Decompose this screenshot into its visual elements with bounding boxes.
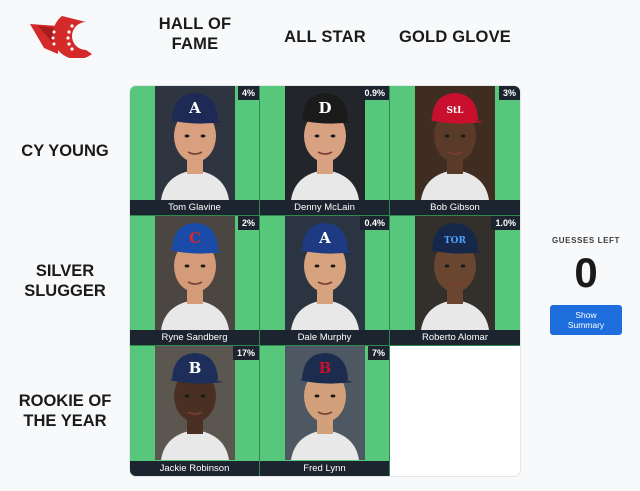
player-name: Bob Gibson	[390, 200, 520, 215]
row-header-line: ROOKIE OF	[18, 392, 112, 410]
rarity-percent-badge: 0.9%	[360, 86, 389, 100]
row-header-line: THE YEAR	[23, 412, 107, 430]
player-portrait-icon: D	[291, 93, 359, 200]
row-header-line: SLUGGER	[24, 282, 106, 300]
cap-logo: StL	[447, 106, 465, 116]
row-header-line: CY YOUNG	[21, 142, 109, 160]
grid-cell-filled[interactable]: B 7% Fred Lynn	[260, 346, 390, 476]
grid-cell-filled[interactable]: B 17% Jackie Robinson	[130, 346, 260, 476]
player-photo: A	[155, 86, 235, 200]
player-name: Dale Murphy	[260, 330, 389, 345]
grid-cell-filled[interactable]: D 0.9% Denny McLain	[260, 86, 390, 216]
column-header-gold-glove: GOLD GLOVE	[390, 27, 520, 47]
rarity-percent-badge: 7%	[367, 346, 389, 360]
rarity-percent-badge: 4%	[237, 86, 259, 100]
player-photo: B	[285, 346, 365, 460]
guesses-panel: GUESSES LEFT 0 Show Summary	[540, 236, 632, 335]
player-name: Fred Lynn	[260, 461, 389, 476]
player-photo: TOR	[415, 216, 495, 330]
player-portrait-icon: StL	[421, 93, 489, 200]
rarity-percent-badge: 2%	[237, 216, 259, 230]
guesses-left-count: 0	[574, 249, 598, 296]
cap-logo: D	[318, 99, 331, 117]
column-header-line: FAME	[171, 35, 219, 53]
grid-cell-filled[interactable]: A 0.4% Dale Murphy	[260, 216, 390, 346]
player-portrait-icon: TOR	[421, 223, 489, 330]
grid-cell-filled[interactable]: A 4% Tom Glavine	[130, 86, 260, 216]
player-photo: D	[285, 86, 365, 200]
player-name: Jackie Robinson	[130, 461, 259, 476]
player-portrait-icon: A	[161, 93, 229, 200]
rarity-percent-badge: 1.0%	[491, 216, 520, 230]
row-header-line: SILVER	[35, 262, 95, 280]
player-name: Ryne Sandberg	[130, 330, 259, 345]
cap-logo: TOR	[444, 236, 467, 246]
player-name: Tom Glavine	[130, 200, 259, 215]
column-header-hall-of-fame: HALL OF FAME	[130, 14, 260, 54]
baseball-logo[interactable]	[28, 14, 96, 60]
grid-cell-filled[interactable]: TOR 1.0% Roberto Alomar	[390, 216, 520, 346]
player-photo: A	[285, 216, 365, 330]
row-header-rookie-of-the-year: ROOKIE OF THE YEAR	[0, 346, 130, 476]
player-name: Roberto Alomar	[390, 330, 520, 345]
row-header-silver-slugger: SILVER SLUGGER	[0, 216, 130, 346]
column-header-all-star: ALL STAR	[260, 27, 390, 47]
player-photo: B	[155, 346, 235, 460]
immaculate-grid: A 4% Tom Glavine D 0.9% Denny McLain StL 3% Bob …	[130, 86, 520, 476]
player-portrait-icon: C	[161, 223, 229, 330]
cap-logo: A	[188, 99, 201, 117]
column-header-line: HALL OF	[158, 15, 232, 33]
rarity-percent-badge: 3%	[498, 86, 520, 100]
rarity-percent-badge: 0.4%	[360, 216, 389, 230]
show-summary-button[interactable]: Show Summary	[550, 305, 622, 335]
cap-logo: A	[318, 229, 331, 247]
baseball-logo-icon	[30, 16, 92, 60]
grid-cell-empty[interactable]	[390, 346, 520, 476]
player-portrait-icon: B	[291, 353, 359, 460]
grid-cell-filled[interactable]: C 2% Ryne Sandberg	[130, 216, 260, 346]
column-header-line: GOLD GLOVE	[398, 28, 511, 46]
row-header-cy-young: CY YOUNG	[0, 86, 130, 216]
rarity-percent-badge: 17%	[232, 346, 259, 360]
guesses-left-label: GUESSES LEFT	[551, 236, 621, 245]
player-portrait-icon: A	[291, 223, 359, 330]
cap-logo: C	[189, 229, 201, 247]
player-photo: C	[155, 216, 235, 330]
column-header-line: ALL STAR	[284, 28, 366, 46]
player-portrait-icon: B	[161, 353, 229, 460]
player-name: Denny McLain	[260, 200, 389, 215]
grid-cell-filled[interactable]: StL 3% Bob Gibson	[390, 86, 520, 216]
player-photo: StL	[415, 86, 495, 200]
cap-logo: B	[189, 359, 202, 377]
cap-logo: B	[319, 359, 332, 377]
